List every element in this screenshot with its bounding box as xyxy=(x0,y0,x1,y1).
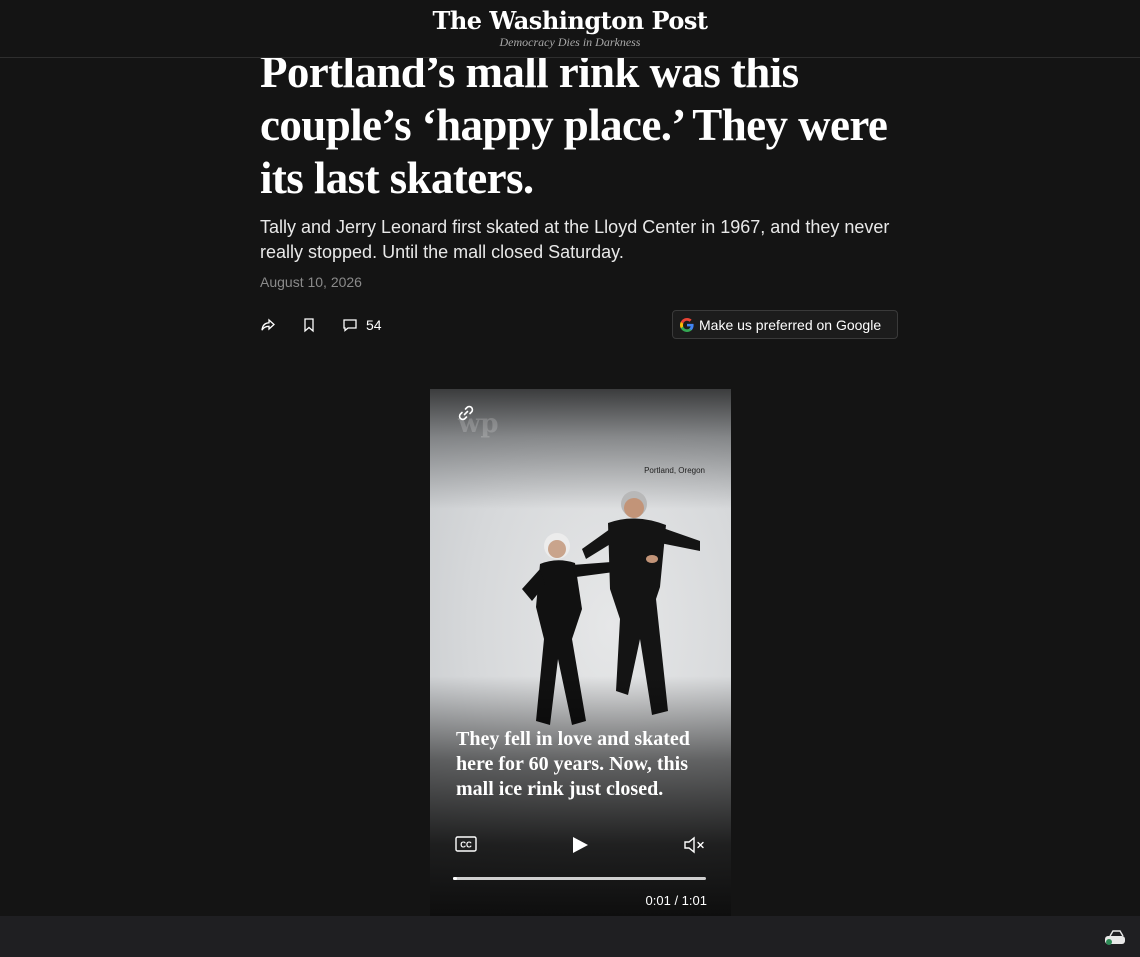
bottom-bar xyxy=(0,916,1140,957)
link-icon[interactable] xyxy=(456,403,476,428)
comment-count: 54 xyxy=(366,317,382,333)
share-icon[interactable] xyxy=(260,317,276,333)
video-location-label: Portland, Oregon xyxy=(644,466,705,475)
google-logo-icon xyxy=(679,317,695,333)
preferred-on-google-button[interactable]: Make us preferred on Google xyxy=(672,310,898,339)
video-caption: They fell in love and skated here for 60… xyxy=(456,728,690,800)
svg-text:CC: CC xyxy=(460,841,472,850)
article-headline: Portland’s mall rink was this couple’s ‘… xyxy=(260,47,888,203)
preferred-on-google-label: Make us preferred on Google xyxy=(699,316,882,333)
site-tagline: Democracy Dies in Darkness xyxy=(499,35,641,49)
article-actions: 54 xyxy=(260,314,382,336)
site-logo[interactable]: The Washington Post xyxy=(0,6,1140,35)
extension-icon[interactable] xyxy=(1104,928,1126,951)
video-progress-bar[interactable] xyxy=(453,877,706,880)
article-subheadline: Tally and Jerry Leonard first skated at … xyxy=(260,217,890,262)
masthead: The Washington Post Democracy Dies in Da… xyxy=(0,0,1140,58)
comment-icon xyxy=(343,319,357,332)
play-icon[interactable] xyxy=(571,836,589,854)
comments-button[interactable]: 54 xyxy=(342,317,382,333)
closed-captions-icon[interactable]: CC xyxy=(455,836,477,852)
muted-speaker-icon[interactable] xyxy=(683,835,707,855)
video-progress-fill xyxy=(453,877,458,880)
video-player[interactable]: wp Portland, Oregon They fell in love an… xyxy=(430,389,731,916)
bookmark-icon[interactable] xyxy=(302,317,316,333)
publish-date: August 10, 2026 xyxy=(260,274,362,290)
video-time: 0:01 / 1:01 xyxy=(645,893,707,908)
